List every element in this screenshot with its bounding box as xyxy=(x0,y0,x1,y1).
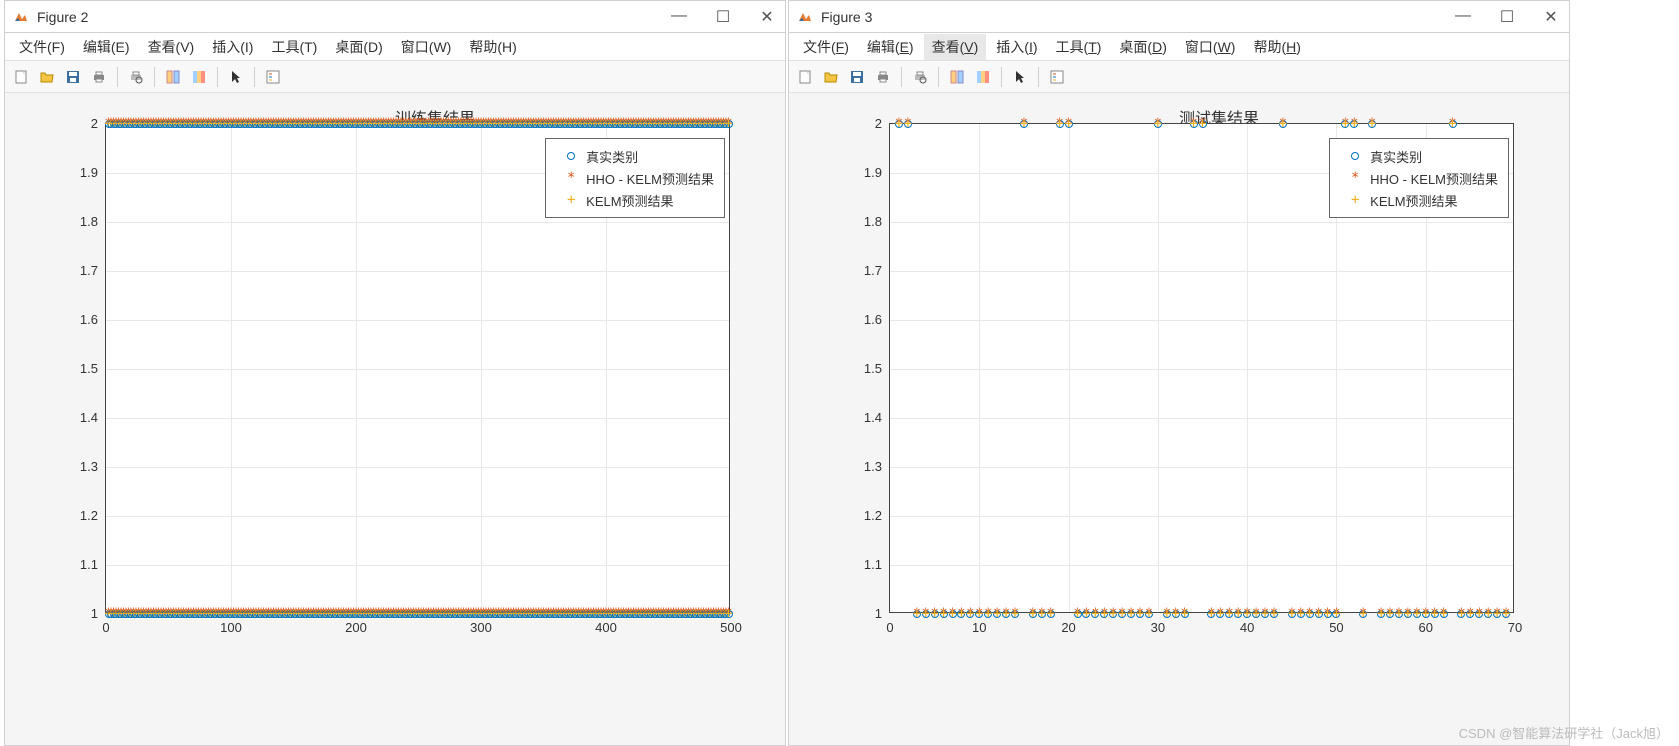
new-icon[interactable] xyxy=(9,65,33,89)
ytick-label: 1.5 xyxy=(842,361,882,376)
ytick-label: 1.8 xyxy=(58,214,98,229)
legend-item[interactable]: 真实类别 xyxy=(1340,145,1498,167)
ytick-label: 1.1 xyxy=(842,557,882,572)
new-icon[interactable] xyxy=(793,65,817,89)
ytick-label: 1.3 xyxy=(842,459,882,474)
ytick-label: 1 xyxy=(842,606,882,621)
ytick-label: 1.6 xyxy=(58,312,98,327)
open-icon[interactable] xyxy=(35,65,59,89)
legend[interactable]: 真实类别*HHO - KELM预测结果+KELM预测结果 xyxy=(545,138,725,218)
colorbar-icon[interactable] xyxy=(971,65,995,89)
xtick-label: 10 xyxy=(959,620,999,635)
toolbar xyxy=(789,61,1569,93)
figure-window-2: Figure 2 — ☐ ✕ 文件(F)编辑(E)查看(V)插入(I)工具(T)… xyxy=(4,0,786,746)
menu-item[interactable]: 文件(F) xyxy=(11,34,73,60)
open-icon[interactable] xyxy=(819,65,843,89)
window-title: Figure 2 xyxy=(37,9,669,25)
menu-item[interactable]: 帮助(H) xyxy=(1245,34,1308,60)
pointer-icon[interactable] xyxy=(224,65,248,89)
figure-window-3: Figure 3 — ☐ ✕ 文件(F)编辑(E)查看(V)插入(I)工具(T)… xyxy=(788,0,1570,746)
menu-item[interactable]: 插入(I) xyxy=(988,34,1045,60)
ytick-label: 1.7 xyxy=(58,263,98,278)
menu-item[interactable]: 窗口(W) xyxy=(1177,34,1244,60)
maximize-button[interactable]: ☐ xyxy=(713,7,733,27)
menu-item[interactable]: 桌面(D) xyxy=(1111,34,1174,60)
ytick-label: 1.8 xyxy=(842,214,882,229)
close-button[interactable]: ✕ xyxy=(757,7,777,27)
legend[interactable]: 真实类别*HHO - KELM预测结果+KELM预测结果 xyxy=(1329,138,1509,218)
xtick-label: 100 xyxy=(211,620,251,635)
ytick-label: 1.5 xyxy=(58,361,98,376)
ytick-label: 1.6 xyxy=(842,312,882,327)
ytick-label: 1.4 xyxy=(842,410,882,425)
ytick-label: 1.9 xyxy=(58,165,98,180)
minimize-button[interactable]: — xyxy=(669,7,689,27)
menu-item[interactable]: 桌面(D) xyxy=(327,34,390,60)
xtick-label: 20 xyxy=(1049,620,1089,635)
menu-item[interactable]: 帮助(H) xyxy=(461,34,524,60)
ytick-label: 2 xyxy=(58,116,98,131)
colorbar-icon[interactable] xyxy=(187,65,211,89)
xtick-label: 40 xyxy=(1227,620,1267,635)
insert-legend-icon[interactable] xyxy=(261,65,285,89)
window-title: Figure 3 xyxy=(821,9,1453,25)
plot-area: 测试集结果 11.11.21.31.41.51.61.71.81.9201020… xyxy=(789,93,1569,745)
save-icon[interactable] xyxy=(61,65,85,89)
titlebar[interactable]: Figure 3 — ☐ ✕ xyxy=(789,1,1569,33)
menu-item[interactable]: 窗口(W) xyxy=(393,34,460,60)
legend-item[interactable]: +KELM预测结果 xyxy=(556,189,714,211)
print-preview-icon[interactable] xyxy=(124,65,148,89)
ytick-label: 1.2 xyxy=(842,508,882,523)
menu-item[interactable]: 工具(T) xyxy=(263,34,325,60)
menu-item[interactable]: 插入(I) xyxy=(204,34,261,60)
xtick-label: 0 xyxy=(870,620,910,635)
xtick-label: 70 xyxy=(1495,620,1535,635)
xtick-label: 30 xyxy=(1138,620,1178,635)
menu-item[interactable]: 查看(V) xyxy=(140,34,203,60)
ytick-label: 1.9 xyxy=(842,165,882,180)
xtick-label: 50 xyxy=(1316,620,1356,635)
close-button[interactable]: ✕ xyxy=(1541,7,1561,27)
ytick-label: 1.7 xyxy=(842,263,882,278)
minimize-button[interactable]: — xyxy=(1453,7,1473,27)
titlebar[interactable]: Figure 2 — ☐ ✕ xyxy=(5,1,785,33)
ytick-label: 1.4 xyxy=(58,410,98,425)
legend-item[interactable]: *HHO - KELM预测结果 xyxy=(556,167,714,189)
xtick-label: 0 xyxy=(86,620,126,635)
menu-item[interactable]: 文件(F) xyxy=(795,34,857,60)
pointer-icon[interactable] xyxy=(1008,65,1032,89)
toolbar xyxy=(5,61,785,93)
insert-legend-icon[interactable] xyxy=(1045,65,1069,89)
menu-item[interactable]: 查看(V) xyxy=(924,34,987,60)
ytick-label: 1 xyxy=(58,606,98,621)
print-preview-icon[interactable] xyxy=(908,65,932,89)
link-axes-icon[interactable] xyxy=(945,65,969,89)
watermark: CSDN @智能算法研学社（Jack旭） xyxy=(1459,723,1669,742)
xtick-label: 60 xyxy=(1406,620,1446,635)
maximize-button[interactable]: ☐ xyxy=(1497,7,1517,27)
ytick-label: 1.1 xyxy=(58,557,98,572)
legend-item[interactable]: +KELM预测结果 xyxy=(1340,189,1498,211)
xtick-label: 200 xyxy=(336,620,376,635)
menu-item[interactable]: 编辑(E) xyxy=(75,34,138,60)
menubar: 文件(F)编辑(E)查看(V)插入(I)工具(T)桌面(D)窗口(W)帮助(H) xyxy=(789,33,1569,61)
plot-area: 训练集结果 11.11.21.31.41.51.61.71.81.9201002… xyxy=(5,93,785,745)
xtick-label: 300 xyxy=(461,620,501,635)
print-icon[interactable] xyxy=(871,65,895,89)
menubar: 文件(F)编辑(E)查看(V)插入(I)工具(T)桌面(D)窗口(W)帮助(H) xyxy=(5,33,785,61)
matlab-icon xyxy=(797,9,813,25)
legend-item[interactable]: 真实类别 xyxy=(556,145,714,167)
ytick-label: 1.2 xyxy=(58,508,98,523)
save-icon[interactable] xyxy=(845,65,869,89)
xtick-label: 500 xyxy=(711,620,751,635)
matlab-icon xyxy=(13,9,29,25)
menu-item[interactable]: 编辑(E) xyxy=(859,34,922,60)
print-icon[interactable] xyxy=(87,65,111,89)
legend-item[interactable]: *HHO - KELM预测结果 xyxy=(1340,167,1498,189)
ytick-label: 1.3 xyxy=(58,459,98,474)
menu-item[interactable]: 工具(T) xyxy=(1048,34,1110,60)
ytick-label: 2 xyxy=(842,116,882,131)
link-axes-icon[interactable] xyxy=(161,65,185,89)
xtick-label: 400 xyxy=(586,620,626,635)
